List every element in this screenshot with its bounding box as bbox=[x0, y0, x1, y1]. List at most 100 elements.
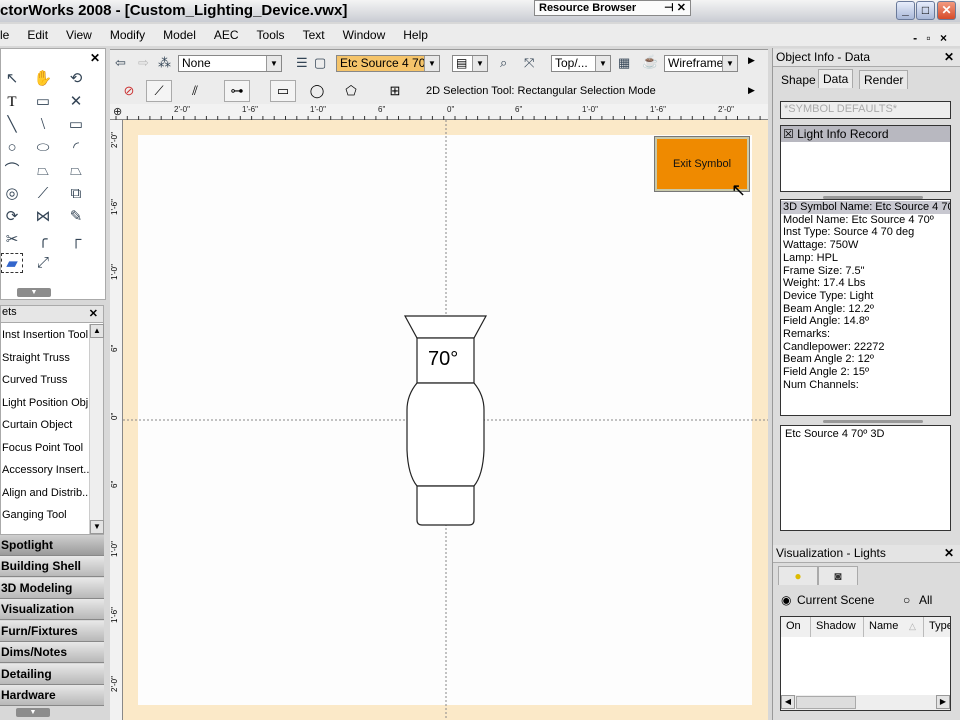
tab-shape[interactable]: Shape bbox=[776, 70, 821, 89]
sheet-select[interactable]: ▤ ▼ bbox=[452, 55, 488, 72]
class-icon[interactable]: ⁂ bbox=[158, 55, 171, 71]
reshape-tool-icon[interactable]: ✎ bbox=[65, 207, 87, 227]
horizontal-scrollbar[interactable]: ◀ ▶ bbox=[781, 695, 950, 710]
scroll-down-icon[interactable]: ▼ bbox=[90, 520, 104, 534]
layer-options-icon[interactable]: ▢ bbox=[314, 55, 326, 71]
menu-edit[interactable]: Edit bbox=[27, 28, 48, 42]
fillet-tool-icon[interactable]: ╭ bbox=[32, 230, 54, 250]
callout-tool-icon[interactable]: ▭ bbox=[32, 92, 54, 112]
chamfer-tool-icon[interactable]: ┌ bbox=[65, 230, 87, 250]
record-field[interactable]: Inst Type: Source 4 70 deg bbox=[781, 226, 950, 239]
scroll-thumb[interactable] bbox=[796, 696, 856, 709]
tool-item[interactable]: Align and Distrib... bbox=[2, 487, 91, 499]
polygon-selection-icon[interactable]: ⬠ bbox=[338, 80, 364, 102]
render-teapot-icon[interactable]: ☕ bbox=[642, 54, 658, 70]
scroll-left-icon[interactable]: ◀ bbox=[781, 695, 795, 709]
pan-tool-icon[interactable]: ✋ bbox=[32, 69, 54, 89]
record-field[interactable]: 3D Symbol Name: Etc Source 4 70º 3D bbox=[781, 201, 950, 214]
close-icon[interactable]: ✕ bbox=[944, 546, 954, 560]
class-select[interactable]: None ▼ bbox=[178, 55, 282, 72]
transform-mode-icon[interactable]: ⊶ bbox=[224, 80, 250, 102]
more-icon[interactable]: ▶ bbox=[748, 55, 755, 66]
rectangular-selection-icon[interactable]: ▭ bbox=[270, 80, 296, 102]
rectangle-tool-icon[interactable]: ▭ bbox=[65, 115, 87, 135]
category-building-shell[interactable]: Building Shell bbox=[0, 556, 104, 577]
category-spotlight[interactable]: Spotlight bbox=[0, 535, 104, 556]
record-list[interactable]: ☒ Light Info Record bbox=[780, 125, 951, 192]
mdi-controls[interactable]: - ▫ × bbox=[913, 31, 950, 45]
back-icon[interactable]: ⇦ bbox=[115, 55, 126, 71]
close-button[interactable]: ✕ bbox=[937, 1, 956, 20]
polyline-tool-icon[interactable]: ⏢ bbox=[32, 161, 54, 181]
record-field[interactable]: Frame Size: 7.5" bbox=[781, 265, 950, 278]
tool-item[interactable]: Light Position Obj bbox=[2, 397, 88, 409]
spiral-tool-icon[interactable]: ◎ bbox=[1, 184, 23, 204]
resize-mode-icon[interactable]: ⊞ bbox=[382, 80, 408, 102]
line-tool-icon[interactable]: ╲ bbox=[1, 115, 23, 135]
category-furn-fixtures[interactable]: Furn/Fixtures bbox=[0, 621, 104, 642]
category-3d-modeling[interactable]: 3D Modeling bbox=[0, 578, 104, 599]
arc-tool-icon[interactable]: ◜ bbox=[65, 138, 87, 158]
close-icon[interactable]: ✕ bbox=[944, 50, 954, 64]
stacked-layers-icon[interactable]: ▦ bbox=[618, 55, 630, 71]
record-field[interactable]: Field Angle 2: 15º bbox=[781, 366, 950, 379]
tool-item[interactable]: Focus Point Tool bbox=[2, 442, 83, 454]
tab-lights-bulb-icon[interactable]: ● bbox=[778, 566, 818, 585]
resource-browser-tab[interactable]: Resource Browser ⊣ ✕ bbox=[534, 0, 691, 16]
circle-tool-icon[interactable]: ○ bbox=[1, 138, 23, 158]
forward-icon[interactable]: ⇨ bbox=[138, 55, 149, 71]
constraint-off-icon[interactable]: ⊘ bbox=[116, 80, 142, 102]
mode-multiple-objects-icon[interactable]: ⫽ bbox=[182, 80, 208, 102]
record-field[interactable]: Device Type: Light bbox=[781, 290, 950, 303]
tool-item[interactable]: Inst Insertion Tool bbox=[2, 329, 88, 341]
pin-close-icon[interactable]: ⊣ ✕ bbox=[664, 1, 686, 15]
record-field[interactable]: Model Name: Etc Source 4 70º bbox=[781, 214, 950, 227]
tool-item[interactable]: Curtain Object bbox=[2, 419, 72, 431]
layers-icon[interactable]: ☰ bbox=[296, 55, 308, 71]
maximize-button[interactable]: □ bbox=[916, 1, 935, 20]
view-select[interactable]: Top/... ▼ bbox=[551, 55, 611, 72]
close-icon[interactable]: ✕ bbox=[89, 307, 98, 320]
trim-tool-icon[interactable]: ✂ bbox=[1, 230, 23, 250]
selection-tool-icon[interactable]: ↖ bbox=[1, 69, 23, 89]
locus-tool-icon[interactable]: ✕ bbox=[65, 92, 87, 112]
close-icon[interactable]: ✕ bbox=[90, 51, 100, 65]
scroll-right-icon[interactable]: ▶ bbox=[936, 695, 950, 709]
record-item[interactable]: ☒ Light Info Record bbox=[781, 126, 950, 142]
tab-render[interactable]: Render bbox=[859, 70, 909, 89]
zoom-icon[interactable]: ⌕ bbox=[500, 55, 507, 71]
record-field[interactable]: Candlepower: 22272 bbox=[781, 341, 950, 354]
layer-select[interactable]: Etc Source 4 70º ▼ bbox=[336, 55, 440, 72]
category-detailing[interactable]: Detailing bbox=[0, 664, 104, 685]
tab-data[interactable]: Data bbox=[818, 69, 854, 88]
mirror-tool-icon[interactable]: ⋈ bbox=[32, 207, 54, 227]
freehand-tool-icon[interactable]: ⌒ bbox=[1, 161, 23, 181]
collapse-palette-icon[interactable]: ▼ bbox=[17, 288, 51, 297]
radio-selected-icon[interactable]: ◉ bbox=[781, 593, 791, 607]
lasso-selection-icon[interactable]: ◯ bbox=[304, 80, 330, 102]
symbol-name-field[interactable]: *SYMBOL DEFAULTS* bbox=[780, 101, 951, 119]
category-visualization[interactable]: Visualization bbox=[0, 599, 104, 620]
category-hardware[interactable]: Hardware bbox=[0, 685, 104, 706]
double-line-tool-icon[interactable]: ⧵ bbox=[32, 115, 54, 135]
record-field[interactable]: Wattage: 750W bbox=[781, 239, 950, 252]
col-on[interactable]: On bbox=[781, 617, 811, 637]
render-mode-select[interactable]: Wireframe ▼ bbox=[664, 55, 738, 72]
eraser-tool-icon[interactable]: ▰ bbox=[1, 253, 23, 273]
rotate-tool-icon[interactable]: ⟳ bbox=[1, 207, 23, 227]
tab-camera-icon[interactable]: ◙ bbox=[818, 566, 858, 585]
menu-window[interactable]: Window bbox=[343, 28, 386, 42]
menu-file[interactable]: le bbox=[0, 28, 9, 42]
radio-unselected-icon[interactable]: ○ bbox=[903, 593, 910, 607]
menu-modify[interactable]: Modify bbox=[110, 28, 145, 42]
menu-help[interactable]: Help bbox=[403, 28, 428, 42]
tool-item[interactable]: Straight Truss bbox=[2, 352, 70, 364]
record-field[interactable]: Beam Angle 2: 12º bbox=[781, 353, 950, 366]
field-list[interactable]: 3D Symbol Name: Etc Source 4 70º 3DModel… bbox=[780, 199, 951, 416]
field-value-box[interactable]: Etc Source 4 70º 3D bbox=[780, 425, 951, 531]
tool-item[interactable]: Curved Truss bbox=[2, 374, 67, 386]
record-field[interactable]: Num Channels: bbox=[781, 379, 950, 392]
attribute-mapping-tool-icon[interactable]: ⧉ bbox=[65, 184, 87, 204]
mode-single-object-icon[interactable]: ⟋ bbox=[146, 80, 172, 102]
category-dims-notes[interactable]: Dims/Notes bbox=[0, 642, 104, 663]
